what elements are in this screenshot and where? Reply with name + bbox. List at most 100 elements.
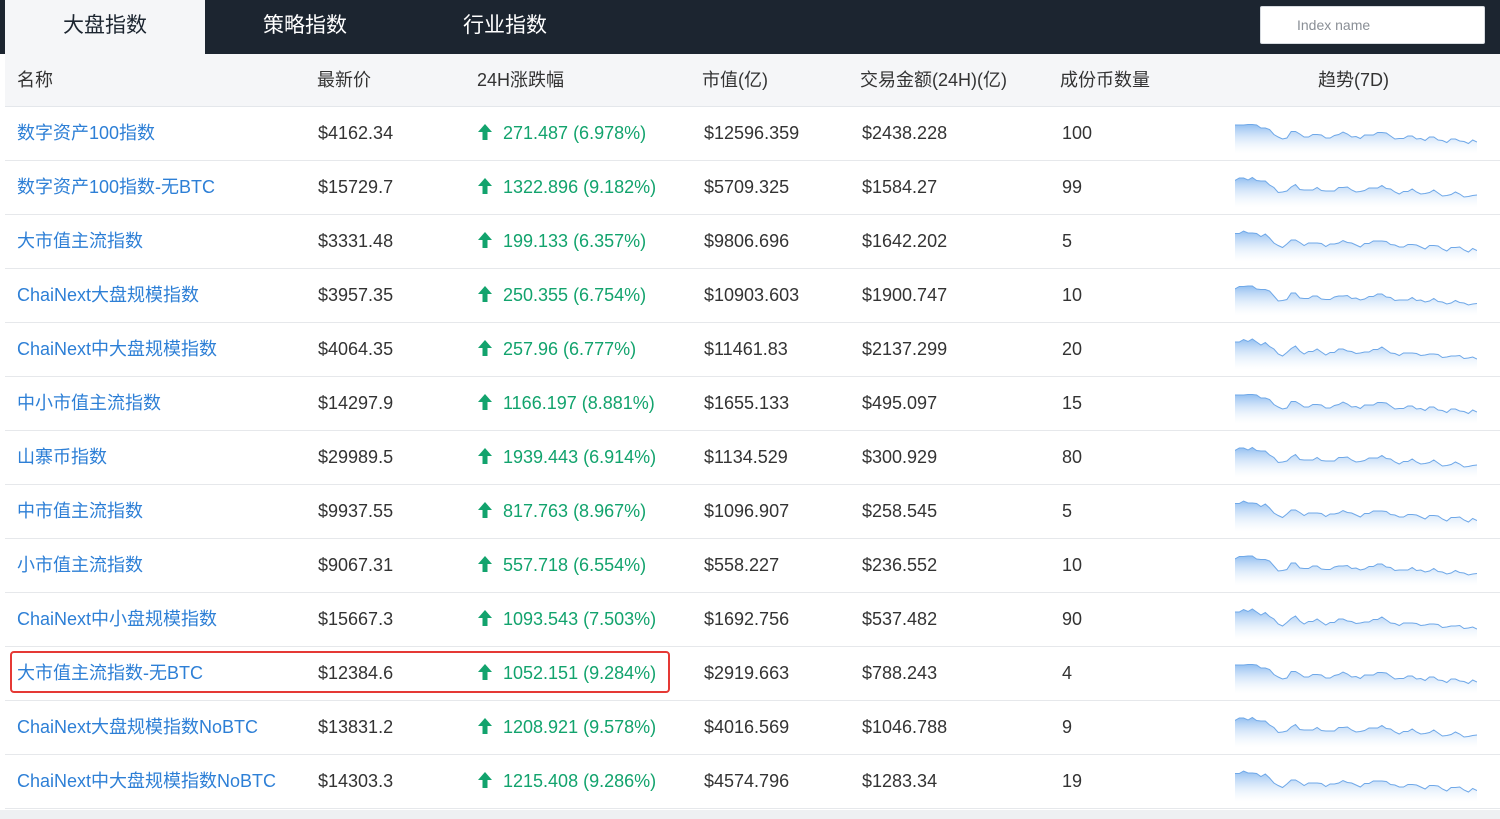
tab-industry-index[interactable]: 行业指数: [405, 0, 605, 54]
trade-volume: $236.552: [862, 555, 938, 575]
trend-sparkline: [1235, 394, 1477, 424]
market-cap: $9806.696: [704, 231, 790, 251]
table-row[interactable]: ChaiNext中大盘规模指数NoBTC $14303.3 1215.408 (9.…: [5, 755, 1500, 809]
table-header: 名称 最新价 24H涨跌幅 市值(亿) 交易金额(24H)(亿) 成份币数量 趋…: [5, 54, 1500, 107]
change-value: 1322.896 (9.182%): [503, 177, 657, 197]
trend-sparkline: [1235, 176, 1477, 208]
trade-volume: $537.482: [862, 609, 938, 629]
latest-price: $9067.31: [318, 555, 394, 575]
market-cap: $1134.529: [704, 447, 788, 467]
change-cell: 1093.543 (7.503%): [478, 593, 656, 646]
change-value: 1208.921 (9.578%): [503, 717, 657, 737]
table-row[interactable]: 中小市值主流指数 $14297.9 1166.197 (8.881%) $1655.1…: [5, 377, 1500, 431]
up-arrow-icon: [478, 340, 492, 356]
tab-market-index[interactable]: 大盘指数: [5, 0, 205, 54]
table-row[interactable]: ChaiNext中小盘规模指数 $15667.3 1093.543 (7.503%)…: [5, 593, 1500, 647]
index-name-link[interactable]: 山寨币指数: [17, 431, 107, 484]
change-cell: 257.96 (6.777%): [478, 323, 636, 376]
col-name: 名称: [17, 70, 53, 90]
table-row[interactable]: 山寨币指数 $29989.5 1939.443 (6.914%) $1134.529 $…: [5, 431, 1500, 485]
change-value: 271.487 (6.978%): [503, 123, 647, 143]
constituent-count: 20: [1062, 339, 1083, 359]
trade-volume: $300.929: [862, 447, 938, 467]
trade-volume: $1642.202: [862, 231, 948, 251]
up-arrow-icon: [478, 178, 492, 194]
horizontal-scrollbar[interactable]: [0, 810, 1500, 819]
index-name-link[interactable]: 中小市值主流指数: [17, 377, 161, 430]
up-arrow-icon: [478, 232, 492, 248]
table-row[interactable]: 数字资产100指数-无BTC $15729.7 1322.896 (9.182%) $…: [5, 161, 1500, 215]
index-name-link[interactable]: 大市值主流指数-无BTC: [17, 647, 203, 700]
constituent-count: 10: [1062, 555, 1083, 575]
trade-volume: $1283.34: [862, 771, 938, 791]
change-cell: 1052.151 (9.284%): [478, 647, 656, 700]
constituent-count: 90: [1062, 609, 1083, 629]
up-arrow-icon: [478, 772, 492, 788]
up-arrow-icon: [478, 448, 492, 464]
col-market-cap: 市值(亿): [702, 70, 768, 90]
constituent-count: 15: [1062, 393, 1083, 413]
trend-sparkline: [1235, 446, 1477, 478]
index-name-link[interactable]: 小市值主流指数: [17, 539, 143, 592]
up-arrow-icon: [478, 664, 492, 680]
trade-volume: $2438.228: [862, 123, 948, 143]
change-cell: 1322.896 (9.182%): [478, 161, 656, 214]
market-cap: $1692.756: [704, 609, 790, 629]
change-cell: 250.355 (6.754%): [478, 269, 646, 322]
top-nav-bar: 大盘指数 策略指数 行业指数: [0, 0, 1500, 54]
latest-price: $4162.34: [318, 123, 394, 143]
index-name-link[interactable]: ChaiNext中大盘规模指数NoBTC: [17, 755, 276, 808]
index-name-link[interactable]: 中市值主流指数: [17, 485, 143, 538]
table-row[interactable]: ChaiNext大盘规模指数 $3957.35 250.355 (6.754%) $1…: [5, 269, 1500, 323]
up-arrow-icon: [478, 718, 492, 734]
col-price: 最新价: [317, 70, 371, 90]
trade-volume: $788.243: [862, 663, 938, 683]
table-row[interactable]: 大市值主流指数-无BTC $12384.6 1052.151 (9.284%) $29…: [5, 647, 1500, 701]
index-name-link[interactable]: ChaiNext中大盘规模指数: [17, 323, 217, 376]
trend-sparkline: [1235, 124, 1477, 154]
trend-sparkline: [1235, 770, 1477, 802]
table-row[interactable]: 数字资产100指数 $4162.34 271.487 (6.978%) $12596.…: [5, 107, 1500, 161]
change-value: 250.355 (6.754%): [503, 285, 647, 305]
trend-sparkline: [1235, 716, 1477, 748]
change-cell: 1166.197 (8.881%): [478, 377, 655, 430]
trend-sparkline: [1235, 500, 1477, 532]
latest-price: $12384.6: [318, 663, 394, 683]
table-row[interactable]: ChaiNext大盘规模指数NoBTC $13831.2 1208.921 (9.5…: [5, 701, 1500, 755]
index-name-link[interactable]: 大市值主流指数: [17, 215, 143, 268]
latest-price: $29989.5: [318, 447, 394, 467]
index-name-link[interactable]: ChaiNext大盘规模指数: [17, 269, 199, 322]
index-search-input[interactable]: [1260, 6, 1485, 44]
trade-volume: $1584.27: [862, 177, 938, 197]
table-row[interactable]: 中市值主流指数 $9937.55 817.763 (8.967%) $1096.907…: [5, 485, 1500, 539]
table-row[interactable]: 小市值主流指数 $9067.31 557.718 (6.554%) $558.227 $…: [5, 539, 1500, 593]
latest-price: $13831.2: [318, 717, 394, 737]
change-cell: 199.133 (6.357%): [478, 215, 646, 268]
up-arrow-icon: [478, 502, 492, 518]
up-arrow-icon: [478, 556, 492, 572]
trend-sparkline: [1235, 555, 1477, 586]
trend-sparkline: [1235, 285, 1477, 316]
constituent-count: 5: [1062, 501, 1073, 521]
index-name-link[interactable]: 数字资产100指数: [17, 107, 155, 160]
change-value: 199.133 (6.357%): [503, 231, 647, 251]
index-name-link[interactable]: ChaiNext中小盘规模指数: [17, 593, 217, 646]
table-row[interactable]: 大市值主流指数 $3331.48 199.133 (6.357%) $9806.696…: [5, 215, 1500, 269]
market-cap: $5709.325: [704, 177, 790, 197]
index-name-link[interactable]: 数字资产100指数-无BTC: [17, 161, 215, 214]
index-name-link[interactable]: ChaiNext大盘规模指数NoBTC: [17, 701, 258, 754]
market-cap: $1655.133: [704, 393, 790, 413]
market-cap: $1096.907: [704, 501, 790, 521]
col-count: 成份币数量: [1060, 70, 1150, 90]
trade-volume: $1046.788: [862, 717, 948, 737]
change-cell: 271.487 (6.978%): [478, 107, 646, 160]
latest-price: $15729.7: [318, 177, 394, 197]
change-value: 557.718 (6.554%): [503, 555, 647, 575]
market-cap: $558.227: [704, 555, 780, 575]
table-row[interactable]: ChaiNext中大盘规模指数 $4064.35 257.96 (6.777%) $1…: [5, 323, 1500, 377]
latest-price: $14297.9: [318, 393, 394, 413]
constituent-count: 5: [1062, 231, 1073, 251]
change-cell: 1215.408 (9.286%): [478, 755, 656, 808]
tab-strategy-index[interactable]: 策略指数: [205, 0, 405, 54]
up-arrow-icon: [478, 610, 492, 626]
